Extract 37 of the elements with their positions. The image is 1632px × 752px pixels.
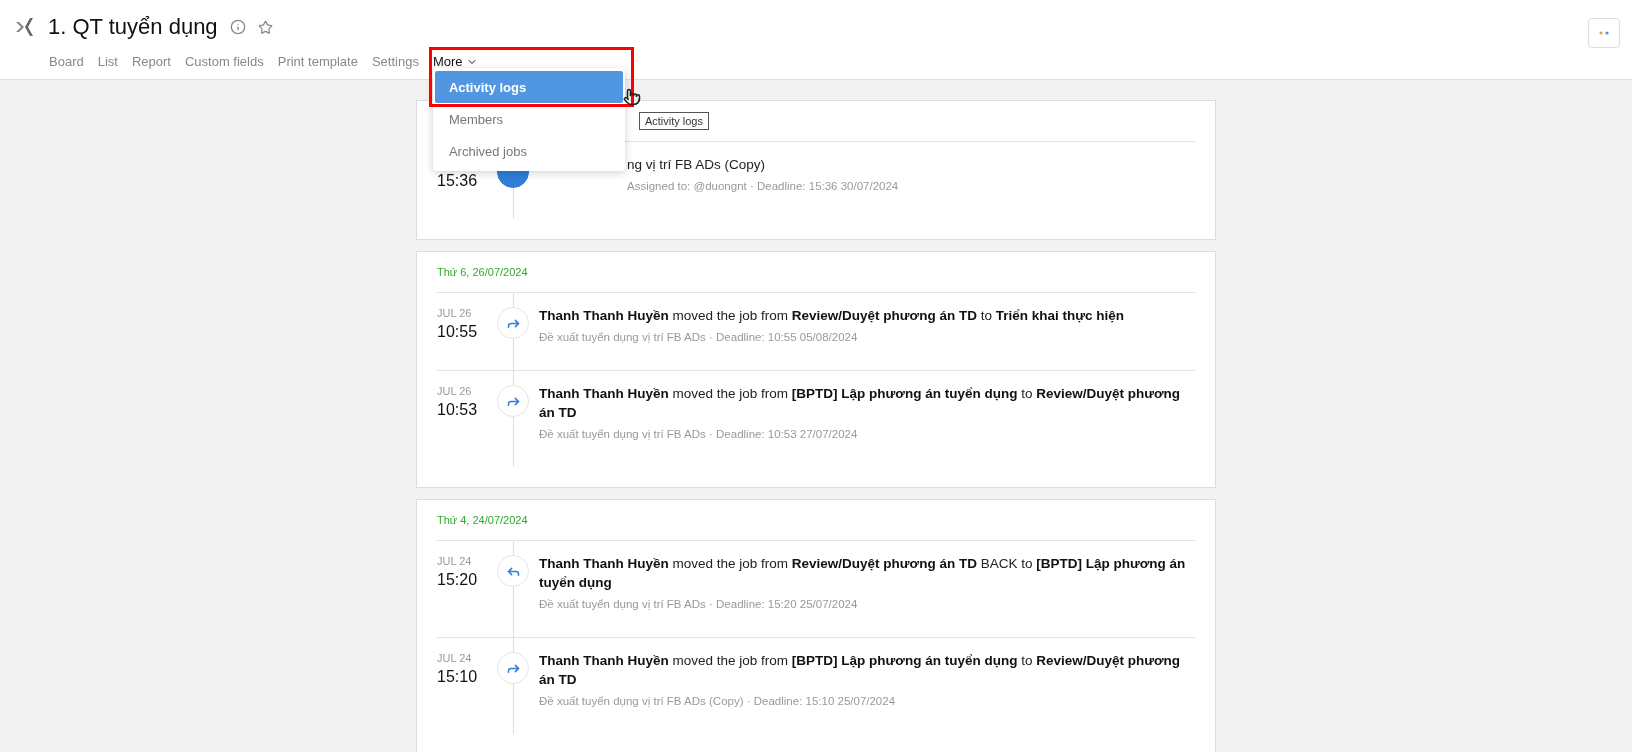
nav-tab[interactable]: Custom fields bbox=[184, 54, 264, 69]
entry-date: JUL 24 bbox=[437, 555, 472, 567]
date-heading: Thứ 4, 24/07/2024 bbox=[437, 514, 528, 526]
tooltip: Activity logs bbox=[638, 112, 709, 130]
nav-tab[interactable]: List bbox=[97, 54, 118, 69]
activity-detail: Đề xuất tuyển dụng vị trí FB ADs (Copy) · Deadline: 15:10 25/07/2024 bbox=[539, 695, 897, 707]
nav-tab[interactable]: More bbox=[432, 54, 478, 69]
activity-detail: Đề xuất tuyển dụng vị trí FB ADs · Deadline: 10:53 27/07/2024 bbox=[539, 428, 859, 440]
date-heading: Thứ 6, 26/07/2024 bbox=[437, 266, 528, 278]
logo-icon bbox=[14, 17, 36, 37]
nav-tab[interactable]: Report bbox=[131, 54, 171, 69]
menu-item[interactable]: Archived jobs bbox=[434, 135, 623, 167]
entry-time: 10:55 bbox=[437, 323, 479, 341]
activity-detail: Đề xuất tuyển dụng vị trí FB ADs · Deadline: 15:20 25/07/2024 bbox=[539, 598, 859, 610]
activity-text: Thanh Thanh Huyền moved the job from Review/Duyệt phương án TD to Triển khai thực hiện bbox=[539, 307, 1126, 325]
activity-detail: Đề xuất tuyển dụng vị trí FB ADs · Deadline: 10:55 05/08/2024 bbox=[539, 331, 859, 343]
activity-text: Thanh Thanh Huyền moved the job from [BPTD] Lập phương án tuyển dụng to Review/Duyệt phương án TD bbox=[539, 385, 1182, 422]
menu-item[interactable]: Members bbox=[434, 103, 623, 135]
entry-time: 15:20 bbox=[437, 571, 479, 589]
activity-text: Thanh Thanh Huyền moved the job from [BPTD] Lập phương án tuyển dụng to Review/Duyệt phương án TD bbox=[539, 652, 1182, 689]
dots-icon bbox=[1599, 31, 1609, 35]
entry-date: JUL 24 bbox=[437, 652, 472, 664]
nav-tab[interactable]: Settings bbox=[371, 54, 419, 69]
entry-date: JUL 26 bbox=[437, 307, 472, 319]
page-title: 1. QT tuyển dụng bbox=[48, 14, 218, 40]
activity-detail: Assigned to: @duongnt · Deadline: 15:36 30/07/2024 bbox=[627, 180, 900, 192]
entry-date: JUL 26 bbox=[437, 385, 472, 397]
star-icon[interactable] bbox=[257, 19, 273, 35]
nav-tab[interactable]: Print template bbox=[277, 54, 358, 69]
activity-text: Thanh Thanh Huyền moved the job from Review/Duyệt phương án TD BACK to [BPTD] Lập phương án tuyển dụng bbox=[539, 555, 1187, 592]
entry-time: 15:10 bbox=[437, 668, 479, 686]
activity-text: ng vị trí FB ADs (Copy) bbox=[627, 156, 767, 174]
entry-time: 15:36 bbox=[437, 172, 479, 190]
entry-time: 10:53 bbox=[437, 401, 479, 419]
menu-item[interactable]: Activity logs bbox=[434, 71, 623, 103]
info-icon[interactable] bbox=[229, 19, 246, 35]
nav-tab[interactable]: Board bbox=[49, 54, 84, 69]
